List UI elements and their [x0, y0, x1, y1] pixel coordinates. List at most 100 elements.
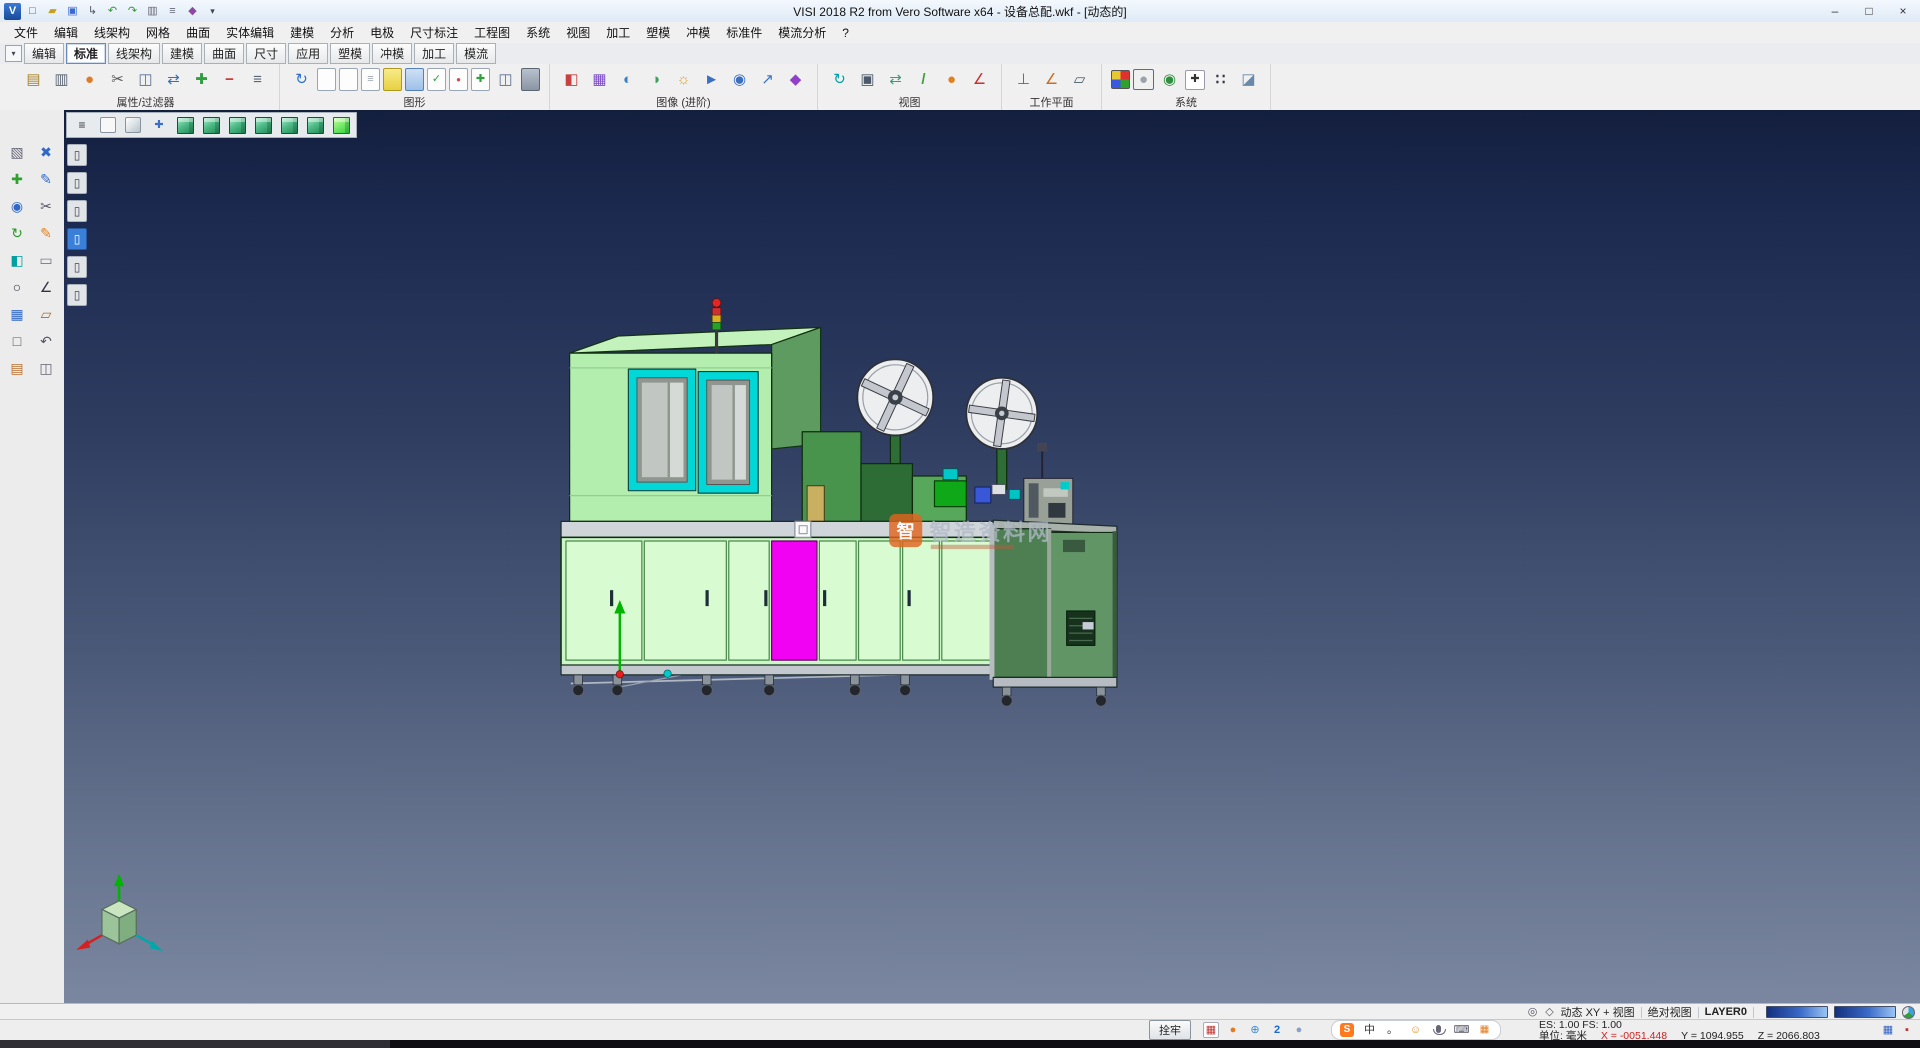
panel-toggle-5[interactable]: ▯ — [67, 256, 87, 278]
render-mode-icon[interactable]: ▦ — [587, 67, 612, 92]
ime-lang-indicator[interactable]: 中 — [1362, 1023, 1377, 1038]
tab-edit[interactable]: 编辑 — [24, 43, 64, 64]
zoom-extents-icon[interactable]: ⇄ — [883, 67, 908, 92]
tab-wireframe[interactable]: 线架构 — [108, 43, 160, 64]
plane-view-icon[interactable] — [100, 117, 116, 133]
tab-modeling[interactable]: 建模 — [162, 43, 202, 64]
tab-surface[interactable]: 曲面 — [204, 43, 244, 64]
trim-icon[interactable]: ✂ — [34, 194, 58, 218]
tab-list-caret[interactable]: ▾ — [5, 45, 22, 62]
viewport-canvas[interactable]: 智 智造资料网 — [64, 110, 1920, 1004]
bounding-box-icon[interactable]: □ — [5, 329, 29, 353]
axis-mode-icon[interactable]: ◇ — [1543, 1005, 1557, 1019]
layer-blue-icon[interactable] — [405, 68, 424, 91]
zoom-window-icon[interactable]: ▣ — [855, 67, 880, 92]
properties-board-icon[interactable]: ▤ — [21, 67, 46, 92]
snap-grid-icon[interactable]: ▦ — [1203, 1022, 1219, 1038]
tab-standard[interactable]: 标准 — [66, 43, 106, 64]
panel-toggle-4[interactable]: ▯ — [67, 228, 87, 250]
ime-mic-icon[interactable] — [1431, 1023, 1446, 1038]
view-cube-front-icon[interactable] — [203, 117, 220, 134]
cut-properties-icon[interactable]: ✂ — [105, 67, 130, 92]
plane-shaded-icon[interactable] — [125, 117, 141, 133]
sogou-logo-icon[interactable]: S — [1340, 1023, 1354, 1037]
shaded-view-icon[interactable]: ◐ — [615, 67, 640, 92]
view-list-icon[interactable]: ≡ — [73, 116, 91, 134]
menu-die[interactable]: 冲模 — [678, 22, 718, 43]
menu-help[interactable]: ? — [834, 24, 857, 42]
view-board-icon-1[interactable] — [317, 68, 336, 91]
workplane-axes-icon[interactable]: ⊥ — [1011, 67, 1036, 92]
menu-dimension[interactable]: 尺寸标注 — [402, 22, 466, 43]
undo-curve-icon[interactable]: ↶ — [34, 329, 58, 353]
view-cube-right-icon[interactable] — [281, 117, 298, 134]
remove-filter-icon[interactable]: − — [217, 67, 242, 92]
maximize-button[interactable]: □ — [1852, 1, 1886, 22]
menu-electrode[interactable]: 电极 — [362, 22, 402, 43]
menu-system[interactable]: 系统 — [518, 22, 558, 43]
workplane-angle-icon[interactable]: ∠ — [1039, 67, 1064, 92]
pan-image-icon[interactable]: ↗ — [755, 67, 780, 92]
database-icon[interactable]: ≡ — [164, 3, 181, 20]
filter-icon[interactable]: ● — [77, 67, 102, 92]
section-flag-icon[interactable]: ► — [699, 67, 724, 92]
view-cube-rear-icon[interactable] — [307, 117, 324, 134]
services-icon[interactable]: ⊕ — [1247, 1022, 1263, 1038]
ime-bar[interactable]: S 中 。 ☺ ⌨ ▦ — [1331, 1020, 1501, 1040]
message-count-badge[interactable]: 2 — [1269, 1022, 1285, 1038]
view-axes-icon[interactable]: ∠ — [967, 67, 992, 92]
lock-button[interactable]: 拴牢 — [1149, 1020, 1191, 1040]
stereo-view-icon[interactable]: ◧ — [559, 67, 584, 92]
ime-toolbox-icon[interactable]: ▦ — [1477, 1023, 1492, 1038]
view-cube-top-icon[interactable] — [229, 117, 246, 134]
edit-entity-icon[interactable]: ✎ — [34, 167, 58, 191]
menu-machining[interactable]: 加工 — [598, 22, 638, 43]
view-mode-icon[interactable]: ◎ — [1526, 1005, 1540, 1019]
view-cube-dynamic-icon[interactable] — [333, 117, 350, 134]
ime-keyboard-icon[interactable]: ⌨ — [1454, 1023, 1469, 1038]
zoom-entities-icon[interactable]: ◉ — [5, 194, 29, 218]
match-properties-icon[interactable]: ≡ — [245, 67, 270, 92]
reel-left[interactable] — [848, 350, 942, 445]
menu-modeling[interactable]: 建模 — [282, 22, 322, 43]
color-palette-icon[interactable] — [1111, 70, 1130, 89]
angle-entity-icon[interactable]: ∠ — [34, 275, 58, 299]
browser-icon[interactable]: ● — [1225, 1022, 1241, 1038]
undo-icon[interactable]: ↶ — [104, 3, 121, 20]
select-region-icon[interactable]: ▧ — [5, 140, 29, 164]
mini-workplane-icon[interactable]: ▦ — [1881, 1023, 1895, 1037]
menu-drawing[interactable]: 工程图 — [466, 22, 518, 43]
menu-mould[interactable]: 塑模 — [638, 22, 678, 43]
copy-properties-icon[interactable]: ◫ — [133, 67, 158, 92]
render-status-icon[interactable] — [1902, 1006, 1915, 1019]
ime-punct-indicator[interactable]: 。 — [1385, 1023, 1400, 1038]
absolute-view-label[interactable]: 绝对视图 — [1648, 1004, 1692, 1020]
add-filter-icon[interactable]: ✚ — [189, 67, 214, 92]
crosshair-icon[interactable]: ✚ — [1185, 70, 1205, 90]
edit-curve-icon[interactable]: ✎ — [34, 221, 58, 245]
erase-icon[interactable]: ✖ — [34, 140, 58, 164]
view-cube-iso-icon[interactable] — [177, 117, 194, 134]
orbit-point-icon[interactable]: ● — [939, 67, 964, 92]
panel-toggle-2[interactable]: ▯ — [67, 172, 87, 194]
selection-marker[interactable] — [795, 521, 811, 537]
clipboard-icon[interactable]: ◫ — [34, 356, 58, 380]
world-icon[interactable]: ◉ — [1157, 67, 1182, 92]
layer-indicator[interactable]: LAYER0 — [1705, 1006, 1747, 1018]
minimize-button[interactable]: – — [1818, 1, 1852, 22]
textured-view-icon[interactable]: ◑ — [643, 67, 668, 92]
quick-access-caret[interactable]: ▾ — [204, 3, 221, 20]
menu-surface[interactable]: 曲面 — [178, 22, 218, 43]
panel-toggle-6[interactable]: ▯ — [67, 284, 87, 306]
view-pin-icon[interactable]: ● — [449, 68, 468, 91]
panel-toggle-1[interactable]: ▯ — [67, 144, 87, 166]
view-add-icon[interactable]: ✚ — [471, 68, 490, 91]
view-copy-icon[interactable]: ◫ — [493, 67, 518, 92]
layer-color-bar-2[interactable] — [1834, 1006, 1896, 1018]
view-board-lines-icon[interactable]: ≡ — [361, 68, 380, 91]
shade-entity-icon[interactable]: ◧ — [5, 248, 29, 272]
new-document-icon[interactable]: □ — [24, 3, 41, 20]
menu-analysis[interactable]: 分析 — [322, 22, 362, 43]
tab-die[interactable]: 冲模 — [372, 43, 412, 64]
workplane-plane-icon[interactable]: ▱ — [1067, 67, 1092, 92]
